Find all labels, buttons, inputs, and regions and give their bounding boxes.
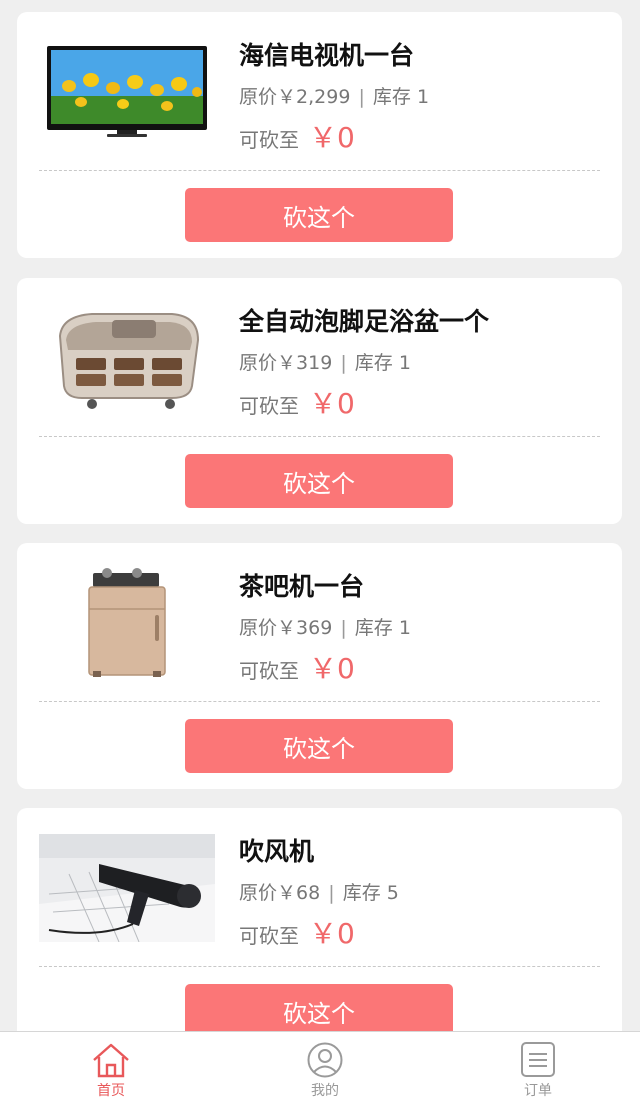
cut-price-label: 可砍至: [239, 924, 299, 948]
tab-orders[interactable]: 订单: [478, 1032, 598, 1115]
separator: |: [334, 352, 353, 374]
cut-price-label: 可砍至: [239, 128, 299, 152]
stock-label: 库存: [372, 86, 411, 108]
foot-bath-image: [58, 313, 200, 409]
stock-label: 库存: [342, 882, 381, 904]
product-card: 海信电视机一台 原价￥2,299 | 库存 1 可砍至 ￥0 砍这个: [17, 12, 622, 258]
card-divider: [39, 701, 600, 702]
stock-count: 1: [398, 352, 411, 374]
original-price: ￥369: [277, 617, 333, 639]
cut-price: ￥0: [309, 652, 355, 685]
product-meta: 原价￥319 | 库存 1: [239, 348, 411, 375]
original-price: ￥319: [277, 352, 333, 374]
product-meta: 原价￥68 | 库存 5: [239, 878, 399, 905]
product-meta: 原价￥2,299 | 库存 1: [239, 82, 429, 109]
tab-label: 首页: [97, 1083, 125, 1099]
stock-label: 库存: [354, 617, 393, 639]
bargain-button[interactable]: 砍这个: [185, 719, 453, 773]
television-image: [47, 46, 207, 137]
bargain-button[interactable]: 砍这个: [185, 188, 453, 242]
product-card: 茶吧机一台 原价￥369 | 库存 1 可砍至 ￥0 砍这个: [17, 543, 622, 789]
original-price: ￥2,299: [277, 86, 351, 108]
bottom-tab-bar: 首页 我的 订单: [0, 1031, 640, 1115]
bargain-button[interactable]: 砍这个: [185, 984, 453, 1038]
product-meta: 原价￥369 | 库存 1: [239, 613, 411, 640]
product-image-tea-bar-machine[interactable]: [39, 565, 215, 681]
cut-price-row: 可砍至 ￥0: [239, 647, 355, 687]
stock-label: 库存: [354, 352, 393, 374]
hair-dryer-image: [39, 834, 215, 942]
cut-price-row: 可砍至 ￥0: [239, 382, 355, 422]
original-price: ￥68: [277, 882, 321, 904]
original-price-label: 原价: [239, 352, 278, 374]
product-image-television[interactable]: [39, 34, 215, 150]
product-title: 海信电视机一台: [239, 41, 415, 70]
tea-bar-machine-image: [88, 568, 166, 677]
separator: |: [322, 882, 341, 904]
stock-count: 1: [398, 617, 411, 639]
product-card: 吹风机 原价￥68 | 库存 5 可砍至 ￥0 砍这个: [17, 808, 622, 1054]
product-card: 全自动泡脚足浴盆一个 原价￥319 | 库存 1 可砍至 ￥0 砍这个: [17, 278, 622, 524]
tab-mine[interactable]: 我的: [265, 1032, 385, 1115]
separator: |: [334, 617, 353, 639]
cut-price-label: 可砍至: [239, 659, 299, 683]
stock-count: 5: [386, 882, 399, 904]
separator: |: [352, 86, 371, 108]
order-list-icon: [521, 1042, 555, 1077]
cut-price: ￥0: [309, 387, 355, 420]
cut-price: ￥0: [309, 917, 355, 950]
product-title: 全自动泡脚足浴盆一个: [239, 307, 490, 336]
product-image-hair-dryer[interactable]: [39, 830, 215, 946]
card-divider: [39, 170, 600, 171]
home-icon: [93, 1043, 129, 1078]
product-title: 茶吧机一台: [239, 572, 365, 601]
product-image-foot-bath[interactable]: [39, 300, 215, 416]
cut-price: ￥0: [309, 121, 355, 154]
original-price-label: 原价: [239, 617, 278, 639]
tab-label: 订单: [524, 1083, 552, 1099]
cut-price-label: 可砍至: [239, 394, 299, 418]
original-price-label: 原价: [239, 86, 278, 108]
tab-home[interactable]: 首页: [51, 1032, 171, 1115]
product-title: 吹风机: [239, 837, 315, 866]
bargain-button[interactable]: 砍这个: [185, 454, 453, 508]
tab-label: 我的: [311, 1083, 339, 1099]
original-price-label: 原价: [239, 882, 278, 904]
user-icon: [307, 1042, 343, 1078]
card-divider: [39, 966, 600, 967]
cut-price-row: 可砍至 ￥0: [239, 116, 355, 156]
stock-count: 1: [416, 86, 430, 108]
cut-price-row: 可砍至 ￥0: [239, 912, 355, 952]
card-divider: [39, 436, 600, 437]
